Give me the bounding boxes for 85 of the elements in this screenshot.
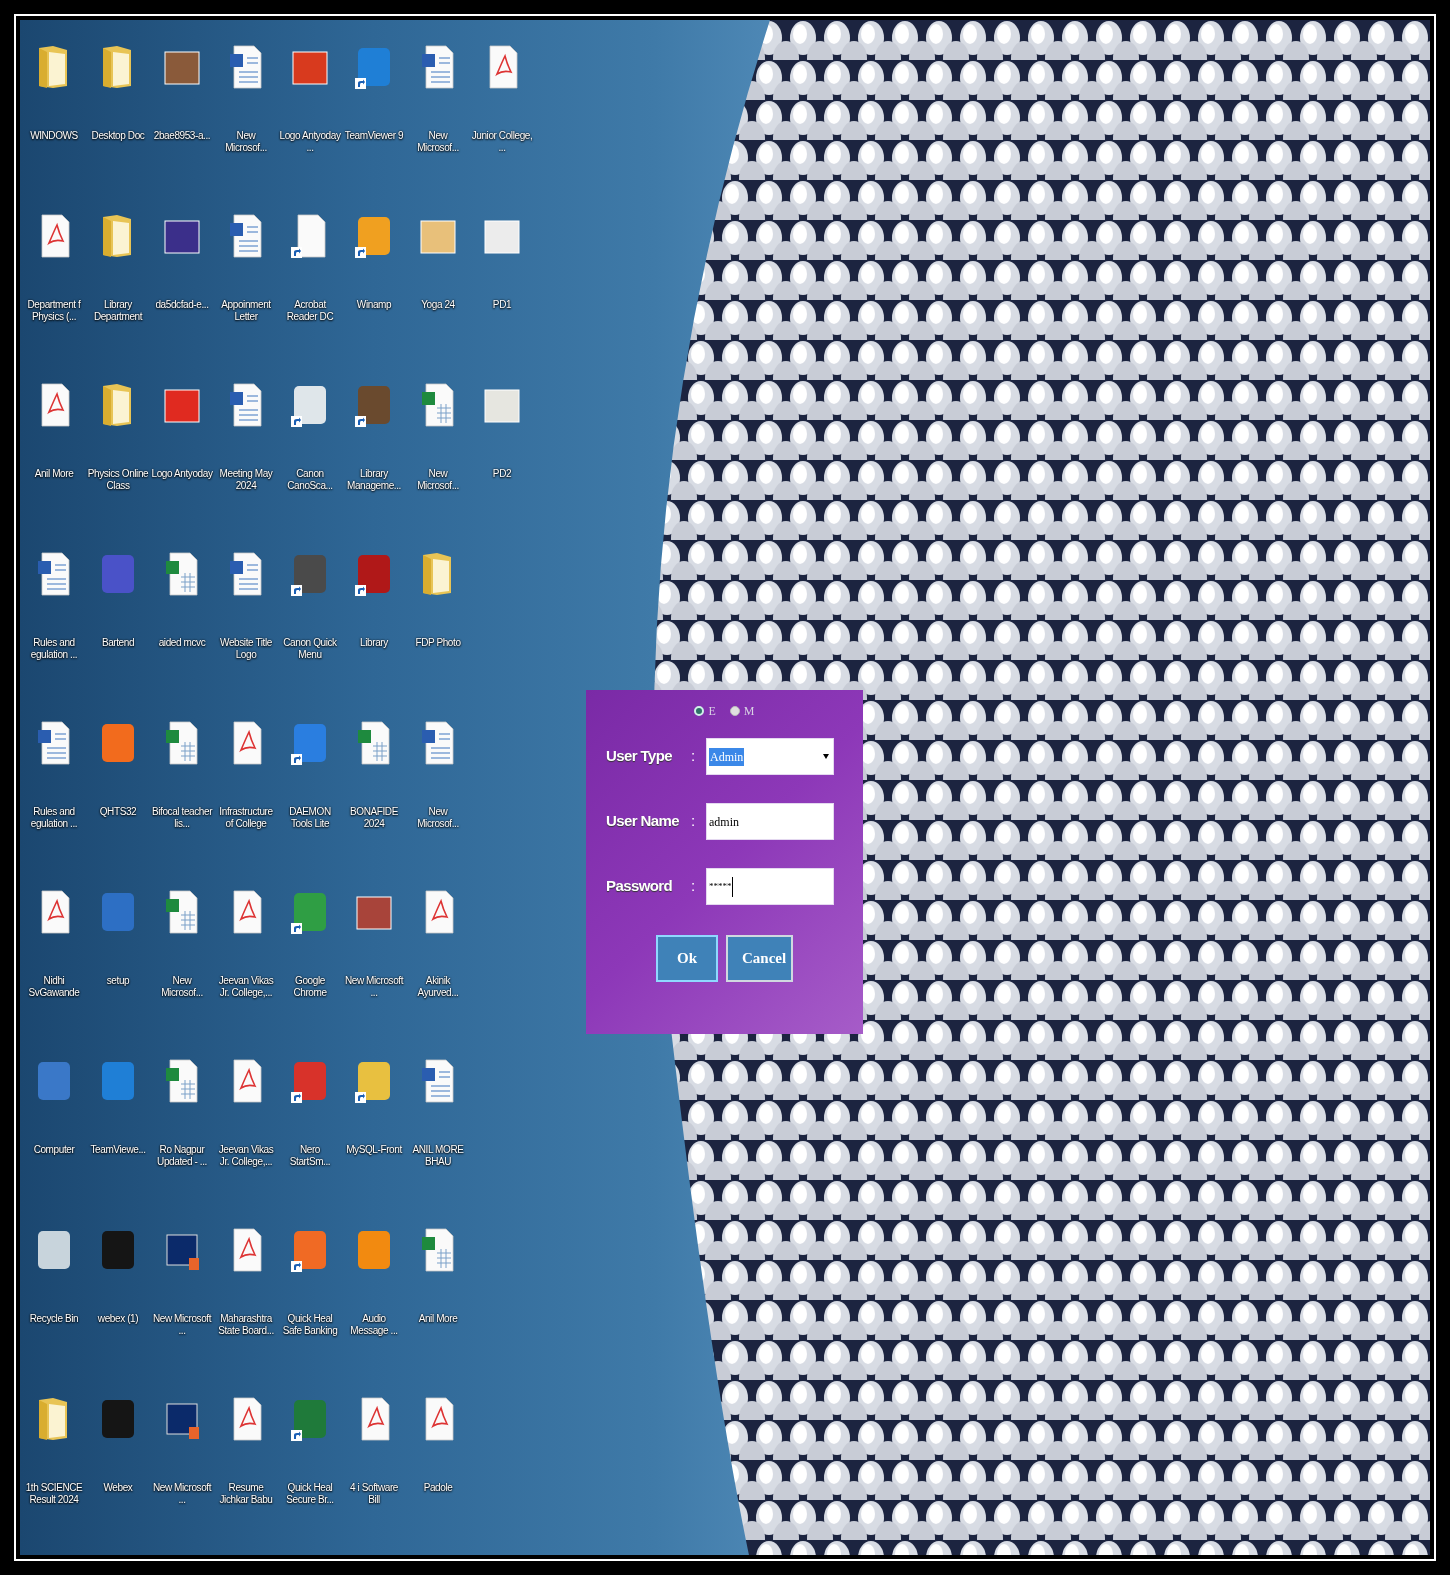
icon-label[interactable]: ANIL MORE BHAU [407, 1144, 469, 1168]
icon-label[interactable]: setup [87, 975, 149, 987]
ok-button[interactable]: Ok [656, 935, 718, 982]
field-label: User Type [606, 746, 674, 767]
radio-button[interactable] [729, 706, 740, 716]
icon-label[interactable]: 4 i Software Bill [343, 1482, 405, 1506]
icon-label[interactable]: Department f Physics (... [23, 299, 85, 323]
icon-label[interactable]: Webex [87, 1482, 149, 1494]
icon-label[interactable]: MySQL-Front [343, 1144, 405, 1156]
icon-label[interactable]: New Microsof... [407, 468, 469, 492]
icon-label[interactable]: Jeevan Vikas Jr. College,... [215, 1144, 277, 1168]
icon-label[interactable]: da5dcfad-e... [151, 299, 213, 311]
icon-label[interactable]: PD2 [471, 468, 533, 480]
icon-label[interactable]: Nidhi SvGawande [23, 975, 85, 999]
icon-label[interactable]: Nero StartSm... [279, 1144, 341, 1168]
icon-label[interactable]: Bartend [87, 637, 149, 649]
icon-label[interactable]: webex (1) [87, 1313, 149, 1325]
icon-label[interactable]: Akinik Ayurved... [407, 975, 469, 999]
icon-label[interactable]: aided mcvc [151, 637, 213, 649]
colon-separator: : [691, 746, 697, 767]
password-field[interactable]: ***** [706, 868, 834, 905]
icon-label[interactable]: Acrobat Reader DC [279, 299, 341, 323]
user-type-dropdown[interactable]: Admin [706, 738, 834, 775]
icon-label[interactable]: Anil More [407, 1313, 469, 1325]
field-label: Password [606, 876, 674, 897]
icon-label[interactable]: New Microsof... [407, 130, 469, 154]
icon-label[interactable]: BONAFIDE 2024 [343, 806, 405, 830]
icon-label[interactable]: Canon Quick Menu [279, 637, 341, 661]
cancel-button[interactable]: Cancel [726, 935, 793, 982]
icon-label[interactable]: Library Department [87, 299, 149, 323]
icon-label[interactable]: Logo Antyoday ... [279, 130, 341, 154]
icon-label[interactable]: Junior College, ... [471, 130, 533, 154]
icon-label[interactable]: TeamViewe... [87, 1144, 149, 1156]
icon-label[interactable]: 2bae8953-a... [151, 130, 213, 142]
icon-label[interactable]: Ro Nagpur Updated - ... [151, 1144, 213, 1168]
icon-label[interactable]: New Microsoft ... [151, 1313, 213, 1337]
text-cursor [731, 876, 733, 897]
icon-label[interactable]: Anil More [23, 468, 85, 480]
icon-label[interactable]: Audio Message ... [343, 1313, 405, 1337]
icon-label[interactable]: Yoga 24 [407, 299, 469, 311]
icon-label[interactable]: Physics Online Class [87, 468, 149, 492]
icon-label[interactable]: New Microsoft ... [343, 975, 405, 999]
icon-label[interactable]: Jeevan Vikas Jr. College,... [215, 975, 277, 999]
icon-label[interactable]: Appoinment Letter [215, 299, 277, 323]
icon-label[interactable]: Maharashtra State Board... [215, 1313, 277, 1337]
icon-label[interactable]: Rules and egulation ... [23, 806, 85, 830]
field-value: admin [709, 813, 739, 831]
icon-label[interactable]: Recycle Bin [23, 1313, 85, 1325]
radio-label: M [743, 703, 755, 720]
icon-label[interactable]: Quick Heal Safe Banking [279, 1313, 341, 1337]
icon-label[interactable]: Library Manageme... [343, 468, 405, 492]
icon-label[interactable]: Resume Jichkar Babu [215, 1482, 277, 1506]
icon-label[interactable]: WINDOWS [23, 130, 85, 142]
icon-label[interactable]: Winamp [343, 299, 405, 311]
icon-label[interactable]: Website Title Logo [215, 637, 277, 661]
selected-option: Admin [709, 747, 745, 766]
icon-label[interactable]: QHTS32 [87, 806, 149, 818]
icon-label[interactable]: DAEMON Tools Lite [279, 806, 341, 830]
icon-label[interactable]: FDP Photo [407, 637, 469, 649]
icon-label[interactable]: New Microsof... [215, 130, 277, 154]
icon-label[interactable]: Library [343, 637, 405, 649]
icon-label[interactable]: Desktop Doc [87, 130, 149, 142]
colon-separator: : [691, 811, 697, 832]
user-name-field[interactable]: admin [706, 803, 834, 840]
icon-label[interactable]: Infrastructure of College [215, 806, 277, 830]
icon-label[interactable]: TeamViewer 9 [343, 130, 405, 142]
icon-label[interactable]: New Microsoft ... [151, 1482, 213, 1506]
icon-label[interactable]: Padole [407, 1482, 469, 1494]
icon-label[interactable]: Meeting May 2024 [215, 468, 277, 492]
icon-label[interactable]: Quick Heal Secure Br... [279, 1482, 341, 1506]
password-value: ***** [709, 879, 732, 893]
icon-label[interactable]: New Microsof... [407, 806, 469, 830]
dropdown-caret-icon [823, 754, 829, 759]
field-label: User Name [606, 811, 680, 832]
icon-label[interactable]: Logo Antyoday [151, 468, 213, 480]
icon-label[interactable]: Computer [23, 1144, 85, 1156]
icon-label[interactable]: Bifocal teacher lis... [151, 806, 213, 830]
icon-label[interactable]: Rules and egulation ... [23, 637, 85, 661]
icon-label[interactable]: Canon CanoSca... [279, 468, 341, 492]
icon-label[interactable]: Google Chrome [279, 975, 341, 999]
icon-label[interactable]: New Microsof... [151, 975, 213, 999]
icon-label[interactable]: 1th SCIENCE Result 2024 [23, 1482, 85, 1506]
radio-label: E [708, 703, 716, 720]
colon-separator: : [691, 876, 697, 897]
icon-label[interactable]: PD1 [471, 299, 533, 311]
